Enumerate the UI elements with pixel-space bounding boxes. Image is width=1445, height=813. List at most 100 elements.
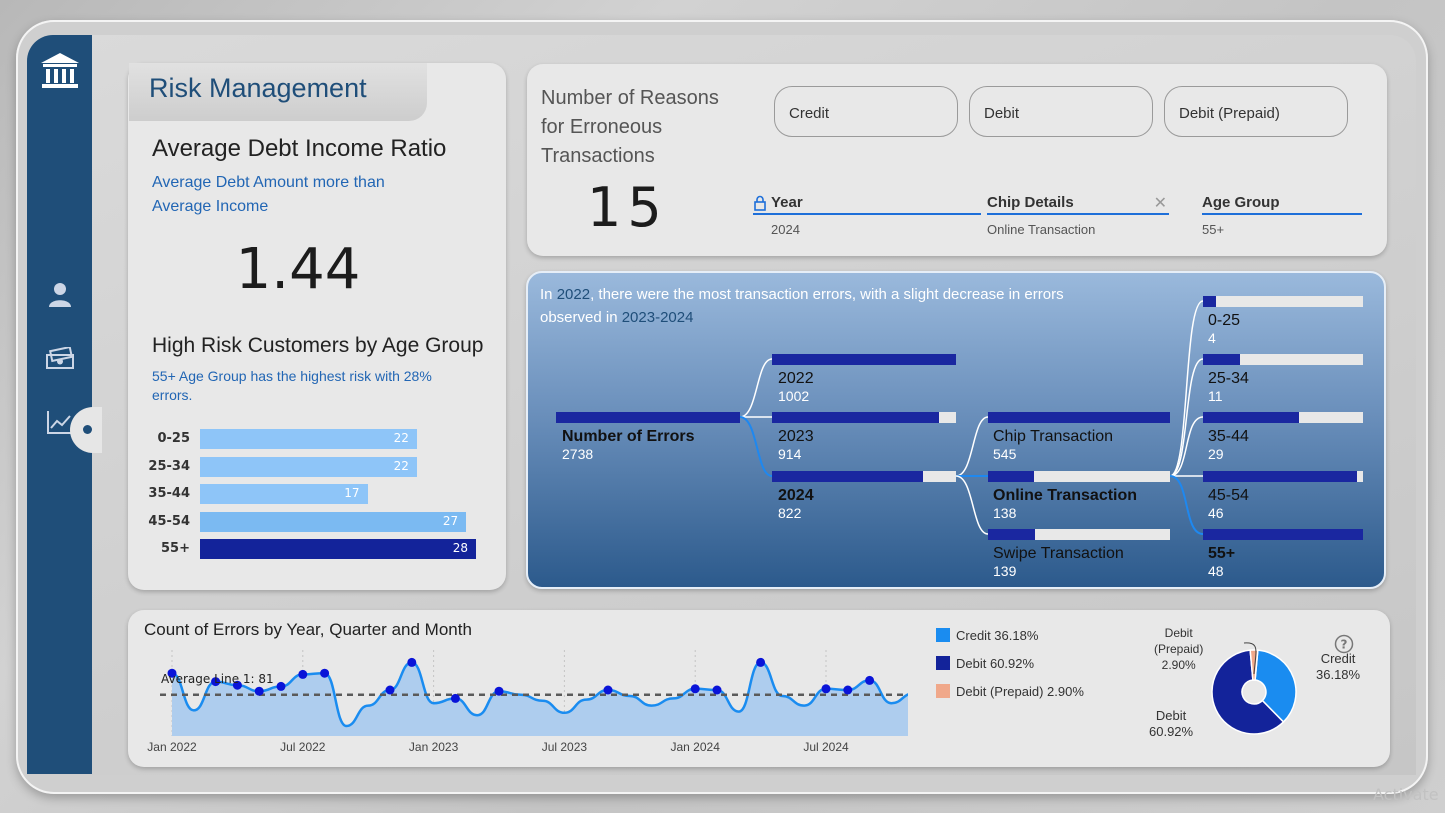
age-group-slicer-value: 55+ (1202, 222, 1225, 237)
age-risk-bar[interactable]: 22 (200, 456, 417, 477)
tree-age-bar-55-plus[interactable] (1203, 529, 1363, 540)
donut-label-debit: Debit 60.92% (1149, 708, 1193, 740)
filter-debit-prepaid-button[interactable]: Debit (Prepaid) (1164, 86, 1348, 137)
debt-ratio-title: Average Debt Income Ratio (152, 135, 447, 162)
errors-data-point[interactable] (276, 681, 286, 691)
activation-watermark: Activate (1373, 785, 1439, 804)
chip-details-slicer[interactable]: Chip Details ✕ Online Transaction (987, 194, 1169, 237)
donut-label-credit: Credit 36.18% (1316, 651, 1360, 683)
tree-age-label-0-25: 0-25 (1208, 312, 1241, 329)
age-risk-bar-value: 22 (393, 431, 409, 445)
age-risk-subtitle-2: errors. (152, 387, 193, 403)
age-risk-label: 45-54 (148, 513, 190, 529)
tree-age-value-35-44: 29 (1208, 446, 1224, 462)
age-risk-bar[interactable]: 28 (200, 539, 476, 559)
x-tick-label: Jan 2024 (670, 740, 720, 754)
donut-label-prepaid: Debit (Prepaid) 2.90% (1154, 625, 1203, 673)
legend-credit-label: Credit 36.18% (956, 628, 1039, 643)
errors-data-point[interactable] (690, 684, 700, 694)
tree-age-value-45-54: 46 (1208, 505, 1224, 521)
tree-year-label-2023: 2023 (778, 428, 814, 445)
legend-debit[interactable]: Debit 60.92% (936, 656, 1034, 671)
x-tick-label: Jan 2023 (408, 740, 459, 754)
age-risk-row[interactable]: 55+ 28 (128, 539, 506, 559)
tree-root-bar[interactable] (556, 412, 740, 423)
sidebar (27, 35, 92, 774)
tree-year-bar-2024[interactable] (772, 471, 956, 482)
tree-age-bar-45-54[interactable] (1203, 471, 1363, 482)
age-risk-row[interactable]: 35-44 17 (128, 484, 506, 504)
reasons-title-line-1: Number of Reasons (541, 87, 719, 109)
age-risk-row[interactable]: 25-34 22 (128, 456, 506, 477)
tree-year-value-2022: 1002 (778, 388, 810, 404)
user-icon[interactable] (27, 281, 92, 309)
errors-data-point[interactable] (603, 685, 613, 695)
tree-chip-label-online: Online Transaction (993, 487, 1138, 504)
tree-age-bar-0-25[interactable] (1203, 296, 1363, 307)
clear-filter-icon[interactable]: ✕ (1154, 193, 1167, 213)
reasons-card: Number of Reasons for Erroneous Transact… (527, 64, 1387, 256)
average-line-label: Average Line 1: 81 (161, 672, 274, 686)
donut-label-prepaid-pct: 2.90% (1161, 658, 1196, 672)
errors-data-point[interactable] (320, 668, 330, 678)
year-slicer[interactable]: Year 2024 (753, 194, 981, 237)
tree-age-bar-25-34[interactable] (1203, 354, 1363, 365)
reasons-title-line-3: Transactions (541, 145, 655, 167)
age-risk-row[interactable]: 0-25 22 (128, 429, 506, 449)
filter-credit-button[interactable]: Credit (774, 86, 958, 137)
errors-data-point[interactable] (494, 686, 504, 696)
legend-debit-prepaid[interactable]: Debit (Prepaid) 2.90% (936, 684, 1084, 699)
tree-chip-bar-chip[interactable] (988, 412, 1170, 423)
decomposition-tree-card: In 2022, there were the most transaction… (526, 271, 1386, 589)
donut-label-debit-name: Debit (1155, 708, 1187, 723)
donut-label-prepaid-name-2: (Prepaid) (1154, 642, 1204, 656)
errors-data-point[interactable] (865, 675, 875, 685)
errors-data-point[interactable] (712, 685, 722, 695)
money-icon[interactable] (27, 347, 92, 371)
errors-timeline-card: Count of Errors by Year, Quarter and Mon… (128, 610, 1390, 767)
errors-area-fill (172, 662, 908, 736)
x-tick-label: Jul 2024 (803, 740, 849, 754)
age-risk-bar-value: 22 (393, 458, 409, 473)
tree-age-label-45-54: 45-54 (1208, 487, 1249, 504)
tree-chip-value-swipe: 139 (993, 563, 1017, 579)
age-risk-label: 55+ (161, 541, 190, 556)
errors-data-point[interactable] (450, 693, 460, 703)
chip-details-slicer-label: Chip Details (987, 194, 1074, 211)
tree-age-label-55-plus: 55+ (1208, 545, 1236, 562)
donut-label-debit-pct: 60.92% (1149, 724, 1194, 739)
errors-data-point[interactable] (298, 669, 308, 679)
errors-data-point[interactable] (385, 685, 395, 695)
errors-data-point[interactable] (821, 684, 831, 694)
tree-chip-value-chip: 545 (993, 446, 1017, 462)
debt-ratio-value: 1.44 (235, 237, 361, 302)
age-risk-bar[interactable]: 17 (200, 484, 368, 504)
errors-data-point[interactable] (254, 686, 264, 696)
tree-year-bar-2022[interactable] (772, 354, 956, 365)
tree-chip-value-online: 138 (993, 505, 1017, 521)
year-slicer-value: 2024 (771, 222, 800, 237)
age-risk-bar[interactable]: 22 (200, 429, 417, 449)
errors-data-point[interactable] (843, 685, 853, 695)
tree-year-value-2023: 914 (778, 446, 802, 462)
tree-chip-bar-online[interactable] (988, 471, 1170, 482)
errors-data-point[interactable] (756, 657, 766, 667)
filter-debit-button[interactable]: Debit (969, 86, 1153, 137)
tree-age-bar-35-44[interactable] (1203, 412, 1363, 423)
x-tick-label: Jul 2022 (280, 740, 326, 754)
reasons-value: 15 (587, 176, 668, 239)
tree-chip-label-chip: Chip Transaction (993, 428, 1114, 445)
legend-credit[interactable]: Credit 36.18% (936, 628, 1038, 643)
age-group-slicer-label: Age Group (1202, 194, 1362, 215)
tree-year-bar-2023[interactable] (772, 412, 956, 423)
help-icon[interactable]: ? (1334, 634, 1354, 654)
age-risk-row[interactable]: 45-54 27 (128, 511, 506, 532)
tree-root-value: 2738 (562, 446, 594, 462)
legend-debit-prepaid-label: Debit (Prepaid) 2.90% (956, 684, 1084, 699)
age-risk-label: 25-34 (148, 458, 190, 474)
tree-chip-bar-swipe[interactable] (988, 529, 1170, 540)
bank-icon[interactable] (27, 51, 92, 91)
age-risk-bar[interactable]: 27 (200, 511, 467, 532)
errors-data-point[interactable] (407, 657, 417, 667)
age-group-slicer[interactable]: Age Group 55+ (1202, 194, 1362, 237)
